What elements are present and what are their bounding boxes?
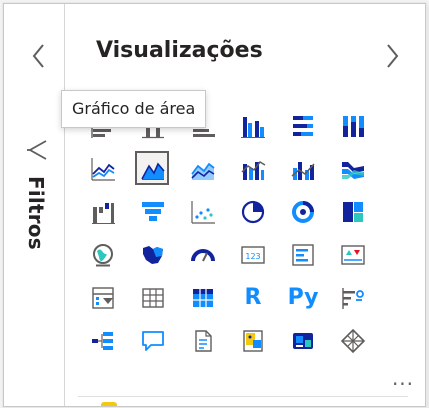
chevron-left-icon[interactable] [28, 41, 50, 71]
table-icon[interactable] [128, 276, 178, 319]
more-visuals-icon[interactable] [328, 319, 378, 362]
chevron-right-icon[interactable] [381, 41, 403, 71]
area-chart-icon[interactable] [128, 147, 178, 190]
pie-chart-icon[interactable] [228, 190, 278, 233]
visualizations-pane: Visualizações 123 R Py ··· [65, 4, 425, 406]
gauge-icon[interactable] [178, 233, 228, 276]
multi-row-card-icon[interactable] [278, 233, 328, 276]
qa-icon[interactable] [128, 319, 178, 362]
100-stacked-column-chart-icon[interactable] [328, 104, 378, 147]
filters-pane-label[interactable]: Filtros [24, 176, 48, 250]
smart-narrative-icon[interactable] [178, 319, 228, 362]
line-and-clustered-column-chart-icon[interactable] [278, 147, 328, 190]
line-chart-icon[interactable] [78, 147, 128, 190]
100-stacked-bar-chart-icon[interactable] [278, 104, 328, 147]
kpi-icon[interactable] [328, 233, 378, 276]
r-script-visual-icon[interactable]: R [228, 276, 278, 319]
waterfall-chart-icon[interactable] [78, 190, 128, 233]
stacked-area-chart-icon[interactable] [178, 147, 228, 190]
card-icon[interactable]: 123 [228, 233, 278, 276]
fields-section-icon [101, 402, 117, 406]
python-visual-icon[interactable]: Py [278, 276, 328, 319]
filters-pane-collapsed[interactable]: Filtros [4, 4, 64, 406]
line-and-stacked-column-chart-icon[interactable] [228, 147, 278, 190]
tooltip: Gráfico de área [61, 90, 207, 128]
python-label: Py [287, 285, 319, 310]
pane-title: Visualizações [96, 38, 263, 63]
scatter-chart-icon[interactable] [178, 190, 228, 233]
decomposition-tree-icon[interactable] [78, 319, 128, 362]
visualizations-panel: Filtros Visualizações 123 R Py ··· Gráfi… [3, 3, 426, 407]
donut-chart-icon[interactable] [278, 190, 328, 233]
funnel-icon[interactable] [128, 190, 178, 233]
treemap-icon[interactable] [328, 190, 378, 233]
clustered-column-chart-icon[interactable] [228, 104, 278, 147]
matrix-icon[interactable] [178, 276, 228, 319]
section-separator [78, 396, 408, 397]
r-script-label: R [244, 285, 262, 310]
key-influencers-icon[interactable] [328, 276, 378, 319]
ellipsis-label: ··· [391, 371, 415, 396]
card-icon-text: 123 [245, 252, 260, 261]
ribbon-chart-icon[interactable] [328, 147, 378, 190]
get-more-visuals-ellipsis[interactable]: ··· [378, 362, 425, 405]
visual-icons-grid: 123 R Py [78, 104, 418, 362]
map-icon[interactable] [78, 233, 128, 276]
filled-map-icon[interactable] [128, 233, 178, 276]
filter-icon [27, 140, 47, 160]
paginated-report-icon[interactable] [228, 319, 278, 362]
power-apps-icon[interactable] [278, 319, 328, 362]
slicer-icon[interactable] [78, 276, 128, 319]
